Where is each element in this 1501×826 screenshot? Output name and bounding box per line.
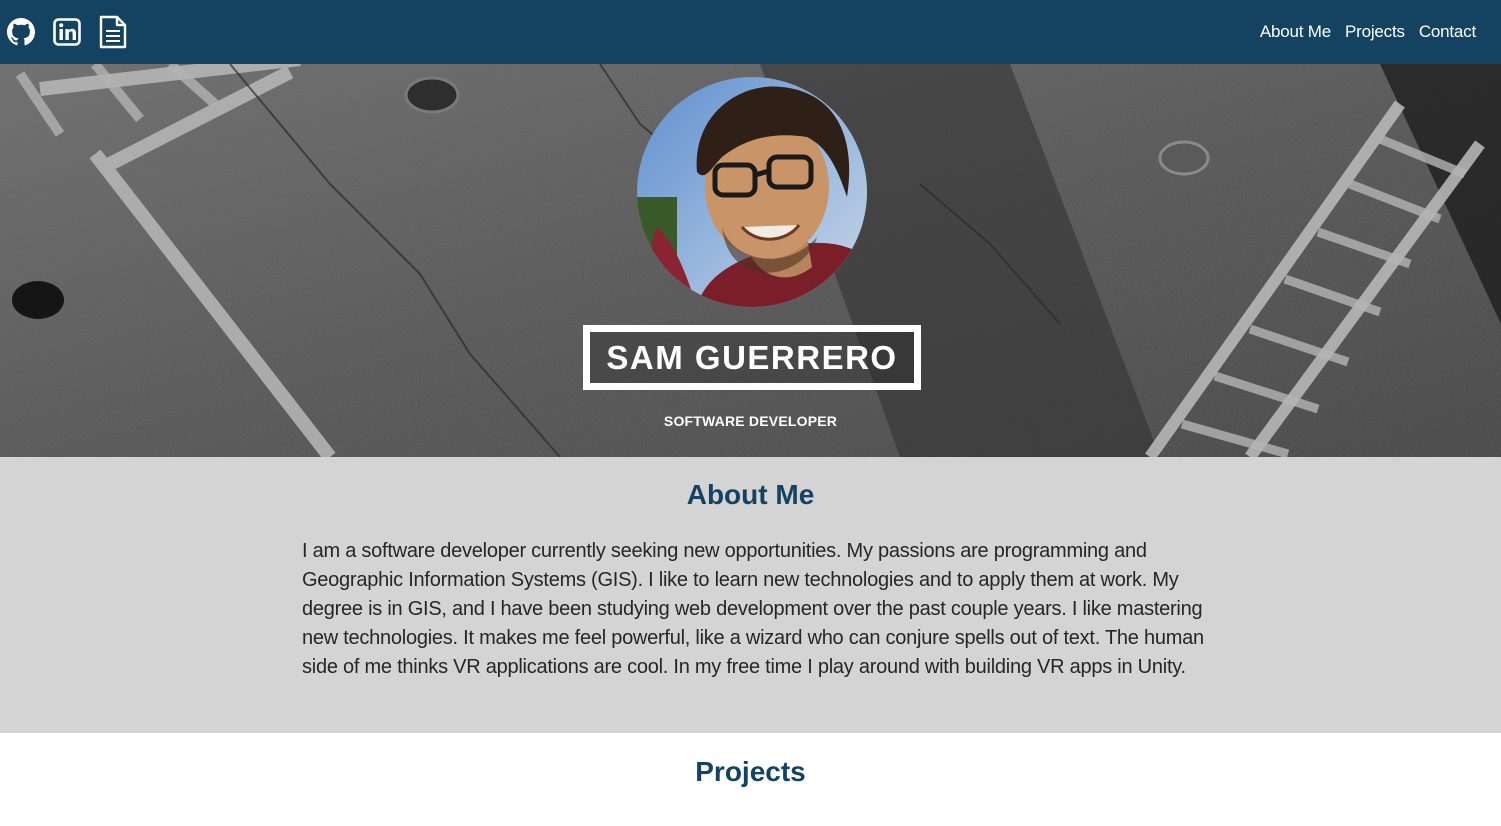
projects-heading: Projects: [695, 756, 806, 787]
projects-section: Projects: [0, 733, 1501, 826]
linkedin-link[interactable]: [53, 18, 81, 46]
name-banner: SAM GUERRERO: [583, 325, 921, 390]
social-links: [7, 15, 127, 49]
resume-link[interactable]: [99, 15, 127, 49]
about-section: About Me I am a software developer curre…: [0, 457, 1501, 733]
nav-links: About Me Projects Contact: [1260, 22, 1476, 42]
hero-subtitle: SOFTWARE DEVELOPER: [663, 413, 838, 429]
linkedin-icon: [53, 18, 81, 46]
hero-name: SAM GUERRERO: [606, 338, 898, 376]
profile-photo: [637, 77, 867, 307]
resume-document-icon: [99, 15, 127, 49]
nav-contact[interactable]: Contact: [1419, 22, 1476, 42]
top-navbar: About Me Projects Contact: [0, 0, 1501, 64]
hero-banner: SAM GUERRERO SOFTWARE DEVELOPER: [0, 64, 1501, 457]
nav-projects[interactable]: Projects: [1345, 22, 1405, 42]
about-heading: About Me: [686, 479, 815, 510]
about-paragraph: I am a software developer currently seek…: [302, 540, 1204, 678]
github-icon: [7, 18, 35, 46]
github-link[interactable]: [7, 18, 35, 46]
nav-about-me[interactable]: About Me: [1260, 22, 1331, 42]
profile-portrait-image: [637, 77, 867, 307]
